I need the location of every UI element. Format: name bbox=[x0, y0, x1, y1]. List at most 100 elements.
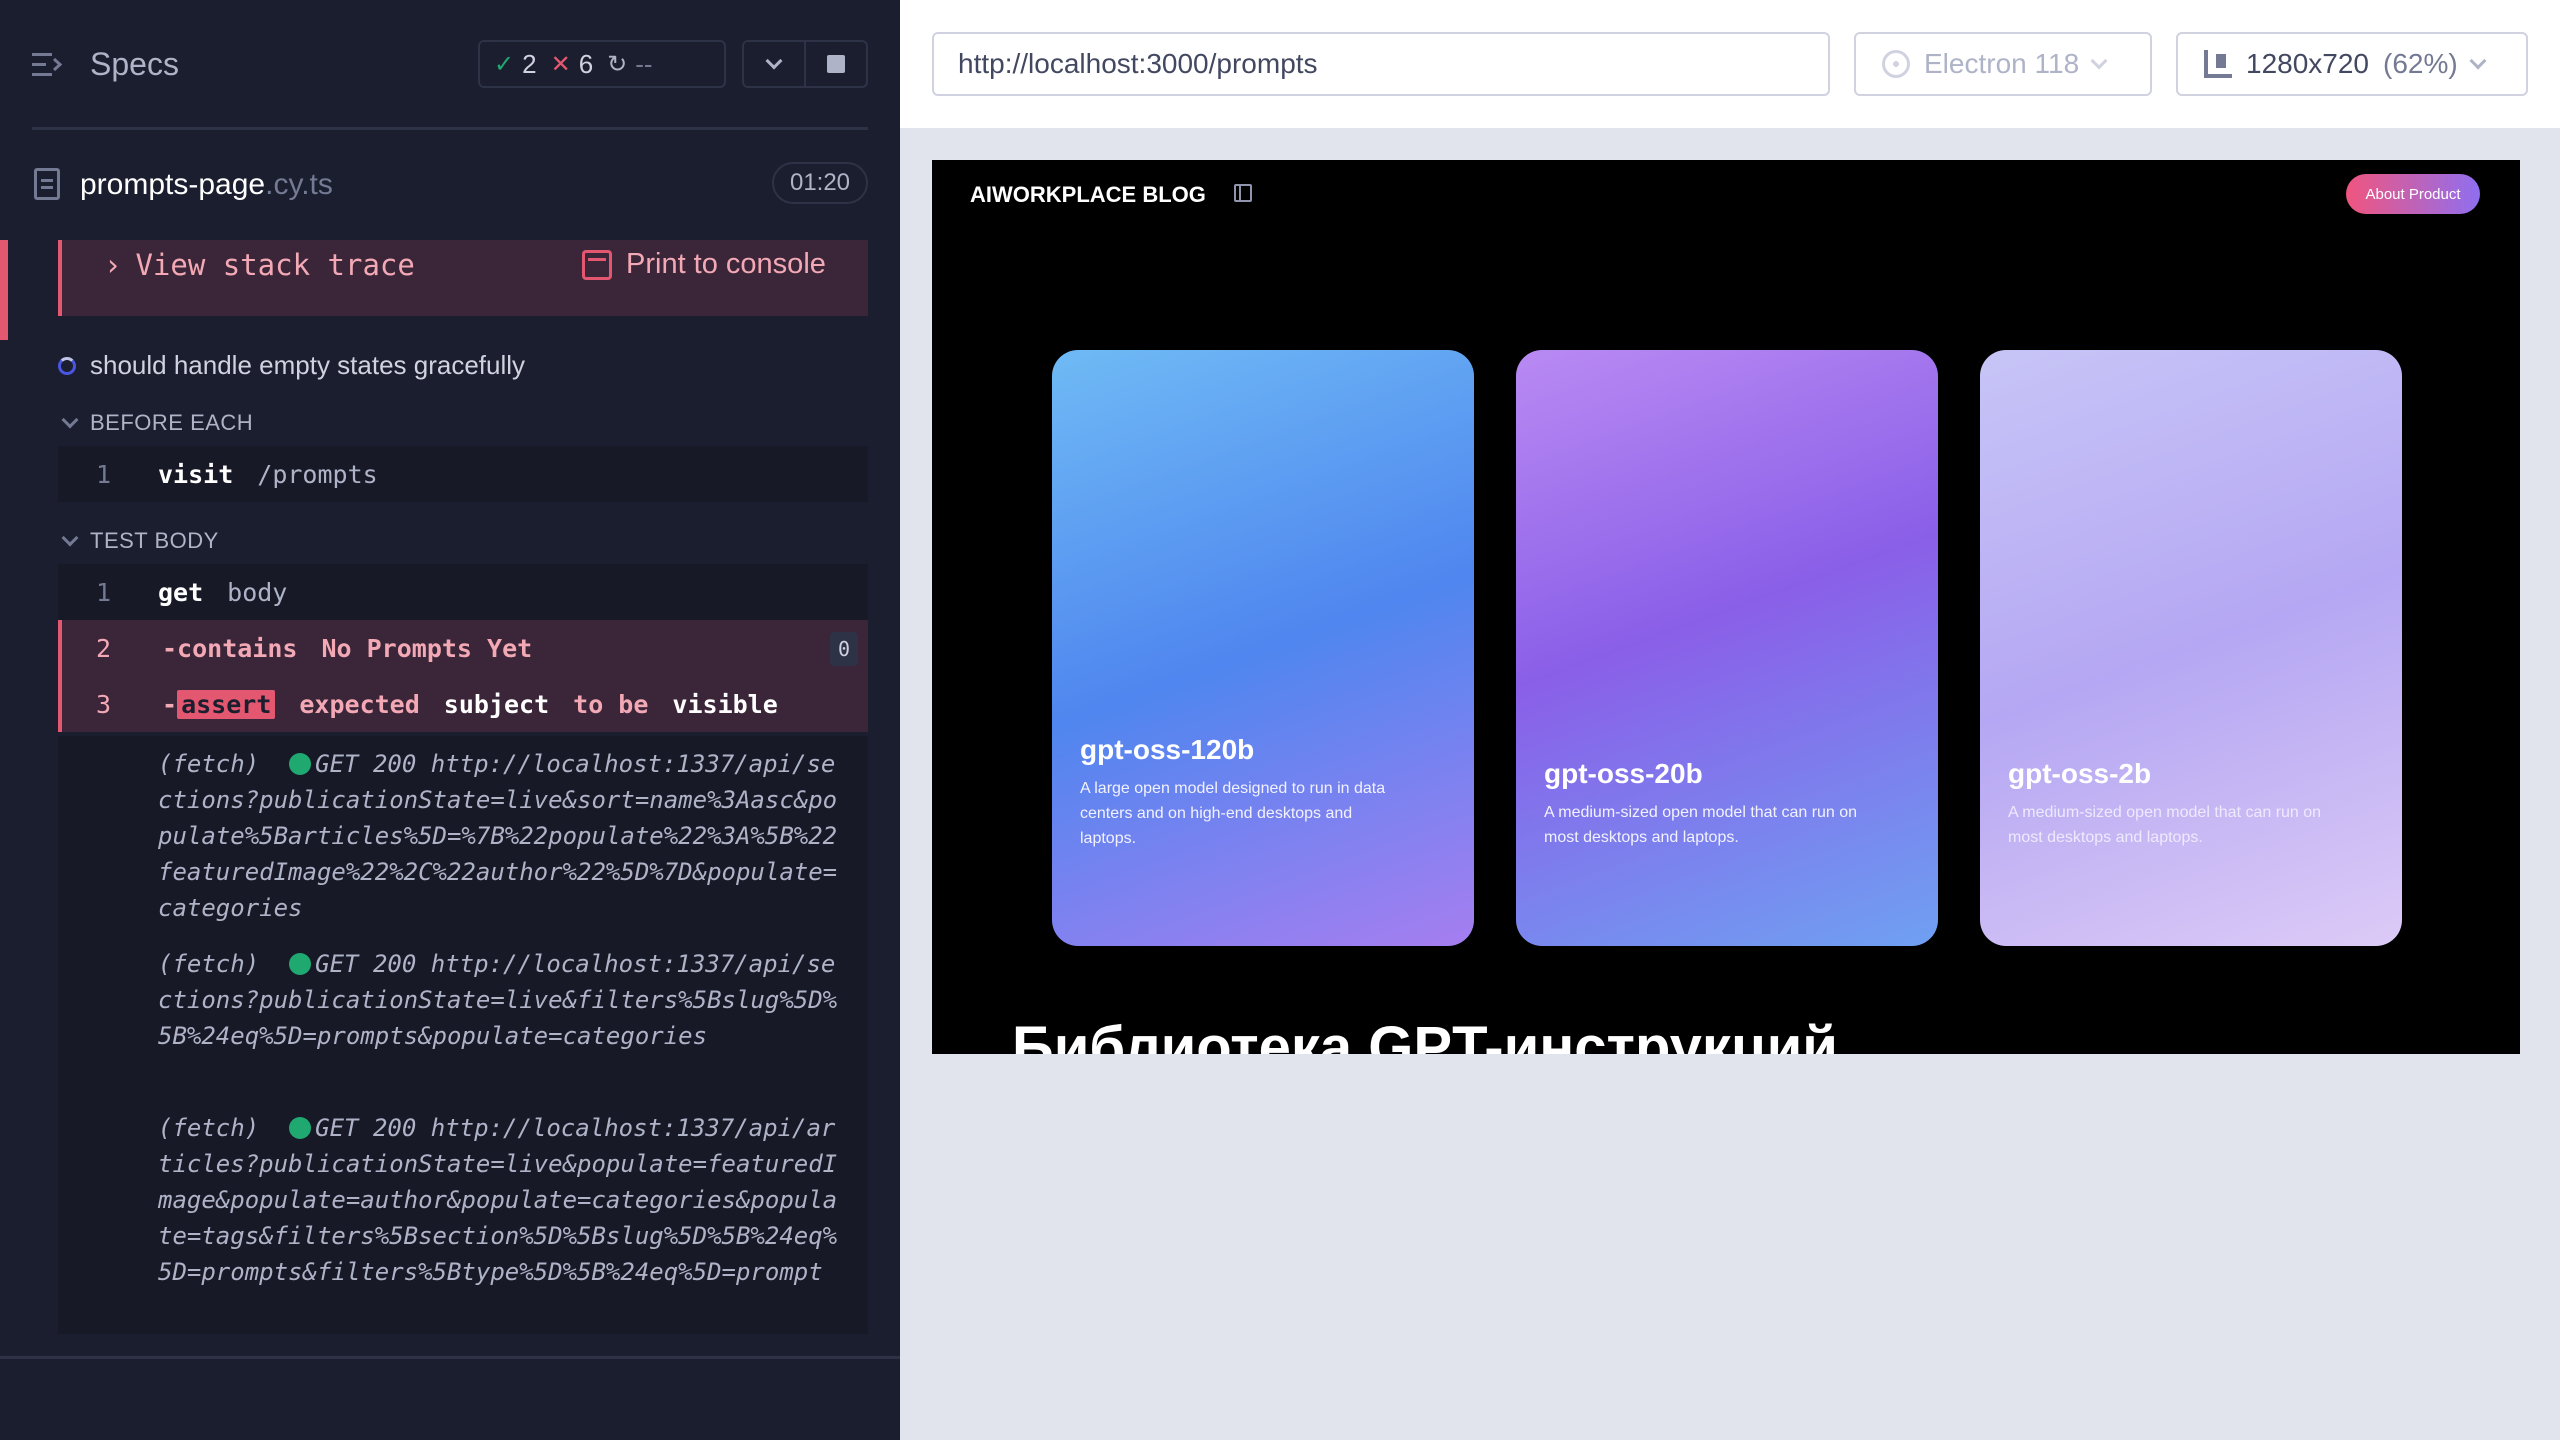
site-viewport: AIWORKPLACE BLOG About Product gpt-oss-1… bbox=[932, 160, 2520, 1054]
before-each-header[interactable]: BEFORE EACH bbox=[58, 410, 253, 436]
spec-extension: .cy.ts bbox=[265, 168, 333, 201]
assert-tag: assert bbox=[177, 689, 276, 719]
log-type: (fetch) bbox=[158, 750, 260, 778]
before-each-label: BEFORE EACH bbox=[90, 410, 254, 435]
test-title-text: should handle empty states gracefully bbox=[90, 350, 526, 380]
log-url: http://localhost:1337/api/sections?publi… bbox=[158, 750, 838, 922]
spec-filename[interactable]: prompts-page.cy.ts bbox=[80, 168, 333, 202]
element-count-badge: 0 bbox=[830, 632, 858, 666]
chevron-down-icon bbox=[61, 529, 79, 547]
status-dot-icon bbox=[289, 953, 312, 975]
chevron-down-icon bbox=[2090, 52, 2108, 70]
test-stats: ✓ 2 ✕ 6 ↻ -- bbox=[478, 40, 726, 88]
log-url: http://localhost:1337/api/articles?publi… bbox=[158, 1114, 838, 1286]
stop-button[interactable] bbox=[804, 40, 868, 88]
sidebar-toggle-icon[interactable] bbox=[1234, 184, 1252, 202]
card-title: gpt-oss-120b bbox=[1080, 734, 1255, 765]
card-description: A medium-sized open model that can run o… bbox=[1544, 804, 1858, 846]
model-card[interactable]: gpt-oss-120b A large open model designed… bbox=[1052, 350, 1474, 946]
reporter-header: Specs ✓ 2 ✕ 6 ↻ -- bbox=[0, 0, 900, 130]
passed-stat: ✓ 2 bbox=[494, 49, 537, 80]
command-row-failed[interactable]: 3 - assert expected subject to be visibl… bbox=[58, 676, 868, 732]
fetch-log-entry[interactable]: (fetch) GET 200 http://localhost:1337/api… bbox=[158, 746, 848, 926]
card-title: gpt-oss-2b bbox=[2008, 758, 2152, 789]
check-icon: ✓ bbox=[494, 50, 515, 78]
assert-msg-d: visible bbox=[672, 689, 778, 719]
spec-name: prompts-page bbox=[80, 168, 266, 201]
passed-count: 2 bbox=[522, 48, 537, 79]
fetch-log-entry[interactable]: (fetch) GET 200 http://localhost:1337/api… bbox=[158, 1110, 848, 1290]
spec-duration: 01:20 bbox=[772, 162, 868, 204]
view-stack-trace-toggle[interactable]: › View stack trace bbox=[104, 248, 415, 282]
ruler-icon bbox=[2204, 50, 2232, 78]
viewport-size: 1280x720 bbox=[2246, 48, 2370, 79]
electron-icon bbox=[1882, 50, 1910, 78]
fetch-log-entry[interactable]: (fetch) GET 200 http://localhost:1337/api… bbox=[158, 946, 848, 1054]
page-heading: Библиотека GPT-инструкций bbox=[1012, 1015, 1838, 1054]
assert-msg-b: subject bbox=[443, 689, 550, 719]
command-number: 1 bbox=[96, 577, 112, 607]
log-status: GET 200 bbox=[315, 1114, 417, 1142]
file-icon bbox=[34, 168, 60, 200]
status-dot-icon bbox=[289, 753, 312, 775]
log-status: GET 200 bbox=[315, 750, 417, 778]
chevron-right-icon: › bbox=[104, 248, 122, 282]
command-row[interactable]: 1 visit /prompts bbox=[58, 446, 868, 502]
pending-icon: ↻ bbox=[607, 50, 628, 78]
card-description: A medium-sized open model that can run o… bbox=[2008, 804, 2322, 846]
url-bar[interactable]: http://localhost:3000/prompts bbox=[932, 32, 1830, 96]
assert-msg-c: to be bbox=[573, 689, 649, 719]
command-number: 3 bbox=[96, 689, 112, 719]
command-row[interactable]: 1 get body bbox=[58, 564, 868, 620]
error-panel: › View stack trace Print to console bbox=[58, 240, 868, 316]
about-product-button[interactable]: About Product bbox=[2346, 174, 2480, 214]
console-icon bbox=[582, 249, 612, 280]
specs-list-icon[interactable] bbox=[32, 52, 62, 78]
model-card[interactable]: gpt-oss-20b A medium-sized open model th… bbox=[1516, 350, 1938, 946]
test-title[interactable]: should handle empty states gracefully bbox=[58, 350, 525, 381]
x-icon: ✕ bbox=[550, 50, 571, 78]
command-message: body bbox=[227, 577, 288, 607]
command-number: 1 bbox=[96, 459, 112, 489]
site-logo[interactable]: AIWORKPLACE BLOG bbox=[970, 182, 1206, 208]
print-to-console-button[interactable]: Print to console bbox=[582, 248, 826, 281]
command-message: /prompts bbox=[257, 459, 378, 489]
log-url: http://localhost:1337/api/sections?publi… bbox=[158, 950, 838, 1050]
command-message: No Prompts Yet bbox=[321, 633, 533, 663]
running-spinner-icon bbox=[58, 356, 76, 375]
pending-count: -- bbox=[635, 48, 653, 79]
log-type: (fetch) bbox=[158, 950, 260, 978]
command-name: visit bbox=[158, 459, 234, 489]
log-status: GET 200 bbox=[315, 950, 417, 978]
chevron-down-icon bbox=[61, 411, 79, 429]
failed-count: 6 bbox=[578, 48, 594, 79]
viewport-selector[interactable]: 1280x720 (62%) bbox=[2176, 32, 2528, 96]
test-body-header[interactable]: TEST BODY bbox=[58, 528, 219, 554]
test-body-label: TEST BODY bbox=[90, 528, 219, 553]
reporter-panel: Specs ✓ 2 ✕ 6 ↻ -- prompts-page.cy.ts 01… bbox=[0, 0, 900, 1440]
command-row-failed[interactable]: 2 -contains No Prompts Yet 0 bbox=[58, 620, 868, 676]
card-description: A large open model designed to run in da… bbox=[1080, 780, 1386, 847]
log-type: (fetch) bbox=[158, 1114, 260, 1142]
failed-indicator-bar bbox=[0, 240, 8, 340]
print-console-label: Print to console bbox=[626, 248, 826, 280]
aut-toolbar: http://localhost:3000/prompts Electron 1… bbox=[900, 0, 2560, 128]
model-card[interactable]: gpt-oss-2b A medium-sized open model tha… bbox=[1980, 350, 2402, 946]
spec-file-row: prompts-page.cy.ts 01:20 bbox=[0, 150, 900, 216]
failed-stat: ✕ 6 bbox=[551, 49, 594, 80]
status-dot-icon bbox=[289, 1117, 312, 1139]
browser-selector[interactable]: Electron 118 bbox=[1854, 32, 2152, 96]
header-divider bbox=[32, 127, 868, 130]
stop-icon bbox=[827, 55, 845, 73]
command-number: 2 bbox=[96, 633, 112, 663]
request-log: (fetch) GET 200 http://localhost:1337/api… bbox=[58, 736, 868, 1334]
command-name: -contains bbox=[162, 633, 298, 663]
collapse-all-button[interactable] bbox=[742, 40, 806, 88]
command-name: get bbox=[158, 577, 204, 607]
chevron-down-icon bbox=[2469, 52, 2487, 70]
reporter-footer-divider bbox=[0, 1356, 900, 1359]
specs-title[interactable]: Specs bbox=[90, 46, 179, 83]
chevron-down-icon bbox=[765, 52, 783, 70]
card-title: gpt-oss-20b bbox=[1544, 758, 1703, 789]
command-prefix: - bbox=[162, 689, 178, 719]
